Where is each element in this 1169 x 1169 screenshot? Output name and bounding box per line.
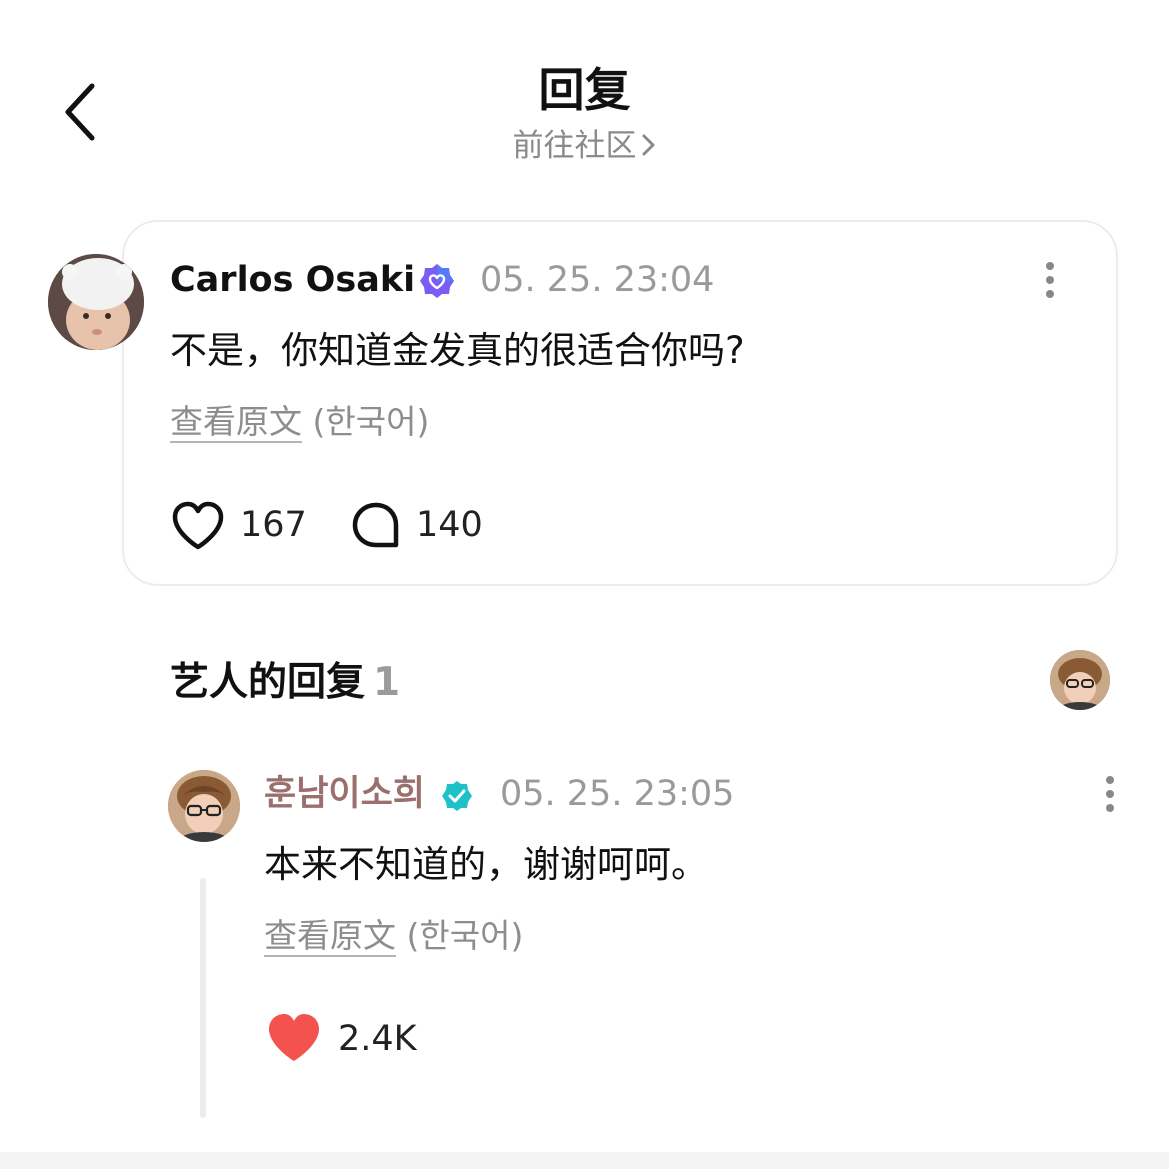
verified-badge-icon xyxy=(418,262,456,300)
post-more-options-button[interactable] xyxy=(1036,260,1064,302)
post-author-name[interactable]: Carlos Osaki xyxy=(170,258,415,302)
original-language-label: (한국어) xyxy=(406,916,524,955)
verified-badge-icon xyxy=(440,779,474,813)
artist-replies-label: 艺人的回复 xyxy=(170,660,366,705)
comment-count: 140 xyxy=(416,505,483,545)
chevron-right-icon xyxy=(641,128,657,168)
view-original-row: 查看原文 (한국어) xyxy=(264,914,523,958)
reply-thread-line xyxy=(200,878,206,1118)
go-to-community-label: 前往社区 xyxy=(512,128,637,164)
page-title: 回复 xyxy=(538,63,631,117)
reply-text: 本来不知道的，谢谢呵呵。 xyxy=(264,843,708,886)
reply-timestamp: 05. 25. 23:05 xyxy=(500,774,735,814)
avatar-image xyxy=(1050,650,1110,710)
reply-like-button[interactable] xyxy=(266,1012,322,1064)
reply-author-avatar[interactable] xyxy=(168,770,240,842)
reply-author-name[interactable]: 훈남이소희 xyxy=(264,772,425,816)
post-text: 不是，你知道金发真的很适合你吗? xyxy=(170,329,745,372)
reply-like-count: 2.4K xyxy=(338,1019,417,1059)
bottom-bar xyxy=(0,1152,1169,1169)
comment-button[interactable] xyxy=(350,500,402,552)
post-timestamp: 05. 25. 23:04 xyxy=(480,260,715,300)
more-vertical-icon xyxy=(1106,776,1114,812)
avatar-image xyxy=(168,770,240,842)
reply-more-options-button[interactable] xyxy=(1096,774,1124,816)
view-original-row: 查看原文 (한국어) xyxy=(170,400,429,444)
comment-bubble-icon xyxy=(352,502,399,548)
view-original-link[interactable]: 查看原文 xyxy=(170,402,302,441)
view-original-link[interactable]: 查看原文 xyxy=(264,916,396,955)
heart-filled-icon xyxy=(269,1014,319,1061)
post-author-avatar[interactable] xyxy=(48,254,144,350)
heart-outline-icon xyxy=(172,501,224,550)
more-vertical-icon xyxy=(1046,262,1054,298)
avatar-image xyxy=(48,254,144,350)
artist-replies-count: 1 xyxy=(373,660,401,705)
artist-replies-heading: 艺人的回复 1 xyxy=(170,658,400,708)
original-language-label: (한국어) xyxy=(312,402,430,441)
like-count: 167 xyxy=(240,505,307,545)
like-button[interactable] xyxy=(170,500,226,552)
artist-avatar-small[interactable] xyxy=(1050,650,1110,710)
go-to-community-link[interactable]: 前往社区 xyxy=(0,126,1169,168)
